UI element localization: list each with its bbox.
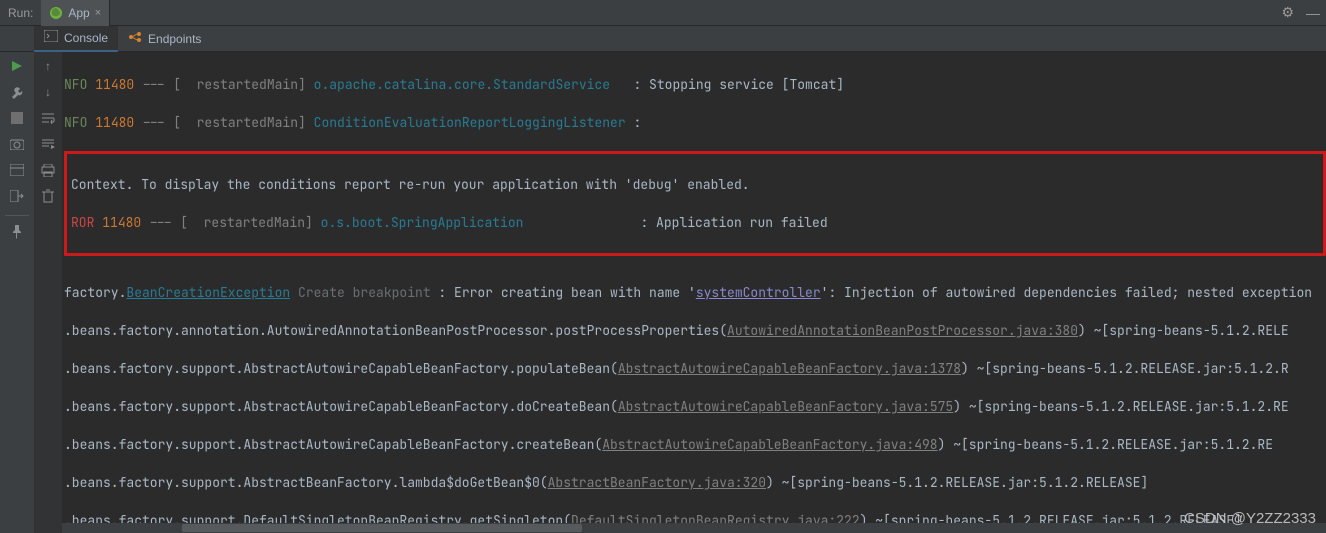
run-label: Run: bbox=[0, 6, 41, 20]
bean-link[interactable]: systemController bbox=[696, 284, 821, 301]
minimize-icon[interactable]: — bbox=[1300, 5, 1326, 21]
console-icon bbox=[44, 30, 58, 45]
create-breakpoint-label[interactable]: Create breakpoint bbox=[290, 284, 438, 301]
tab-console[interactable]: Console bbox=[34, 26, 118, 52]
source-link[interactable]: AbstractAutowireCapableBeanFactory.java:… bbox=[602, 436, 937, 453]
exit-icon[interactable] bbox=[7, 186, 27, 206]
stack-line: factory.BeanCreationException Create bre… bbox=[64, 283, 1326, 302]
run-topbar: Run: App × ⚙ — bbox=[0, 0, 1326, 26]
scroll-up-icon[interactable]: ↑ bbox=[38, 56, 58, 76]
source-link[interactable]: AutowiredAnnotationBeanPostProcessor.jav… bbox=[727, 322, 1078, 339]
scrollbar-thumb[interactable] bbox=[182, 524, 582, 532]
console-toolbar: ↑ ↓ bbox=[34, 52, 62, 533]
watermark: CSDN @Y2ZZ2333 bbox=[1184, 510, 1316, 527]
scroll-down-icon[interactable]: ↓ bbox=[38, 82, 58, 102]
tab-console-label: Console bbox=[64, 31, 108, 45]
stop-icon[interactable] bbox=[7, 108, 27, 128]
print-icon[interactable] bbox=[38, 160, 58, 180]
layout-icon[interactable] bbox=[7, 160, 27, 180]
source-link[interactable]: AbstractBeanFactory.java:320 bbox=[548, 474, 766, 491]
soft-wrap-icon[interactable] bbox=[38, 108, 58, 128]
camera-icon[interactable] bbox=[7, 134, 27, 154]
log-pid: 11480 bbox=[95, 76, 134, 93]
pin-icon[interactable] bbox=[7, 222, 27, 242]
tab-endpoints[interactable]: Endpoints bbox=[118, 26, 211, 52]
run-subbar: Console Endpoints bbox=[0, 26, 1326, 52]
trash-icon[interactable] bbox=[38, 186, 58, 206]
main-area: ↑ ↓ NFO 11480 --- [ restartedMain] o.apa… bbox=[0, 52, 1326, 533]
log-level: NFO bbox=[64, 76, 87, 93]
run-tab-app[interactable]: App × bbox=[41, 0, 110, 26]
primary-toolbar bbox=[0, 52, 34, 533]
scroll-to-end-icon[interactable] bbox=[38, 134, 58, 154]
tab-endpoints-label: Endpoints bbox=[148, 32, 201, 46]
rerun-icon[interactable] bbox=[7, 56, 27, 76]
wrench-icon[interactable] bbox=[7, 82, 27, 102]
source-link[interactable]: AbstractAutowireCapableBeanFactory.java:… bbox=[618, 398, 953, 415]
log-level-error: ROR bbox=[71, 214, 94, 231]
exception-link[interactable]: BeanCreationException bbox=[126, 284, 290, 301]
error-highlight-annotation: Context. To display the conditions repor… bbox=[64, 151, 1326, 256]
horizontal-scrollbar[interactable] bbox=[62, 523, 1326, 533]
source-link[interactable]: AbstractAutowireCapableBeanFactory.java:… bbox=[618, 360, 961, 377]
logger-name: o.apache.catalina.core.StandardService bbox=[314, 76, 626, 93]
close-icon[interactable]: × bbox=[95, 7, 101, 19]
gear-icon[interactable]: ⚙ bbox=[1275, 4, 1300, 21]
console-output[interactable]: NFO 11480 --- [ restartedMain] o.apache.… bbox=[62, 52, 1326, 533]
spring-icon bbox=[49, 6, 63, 20]
endpoints-icon bbox=[128, 30, 142, 47]
tab-label: App bbox=[68, 6, 89, 20]
